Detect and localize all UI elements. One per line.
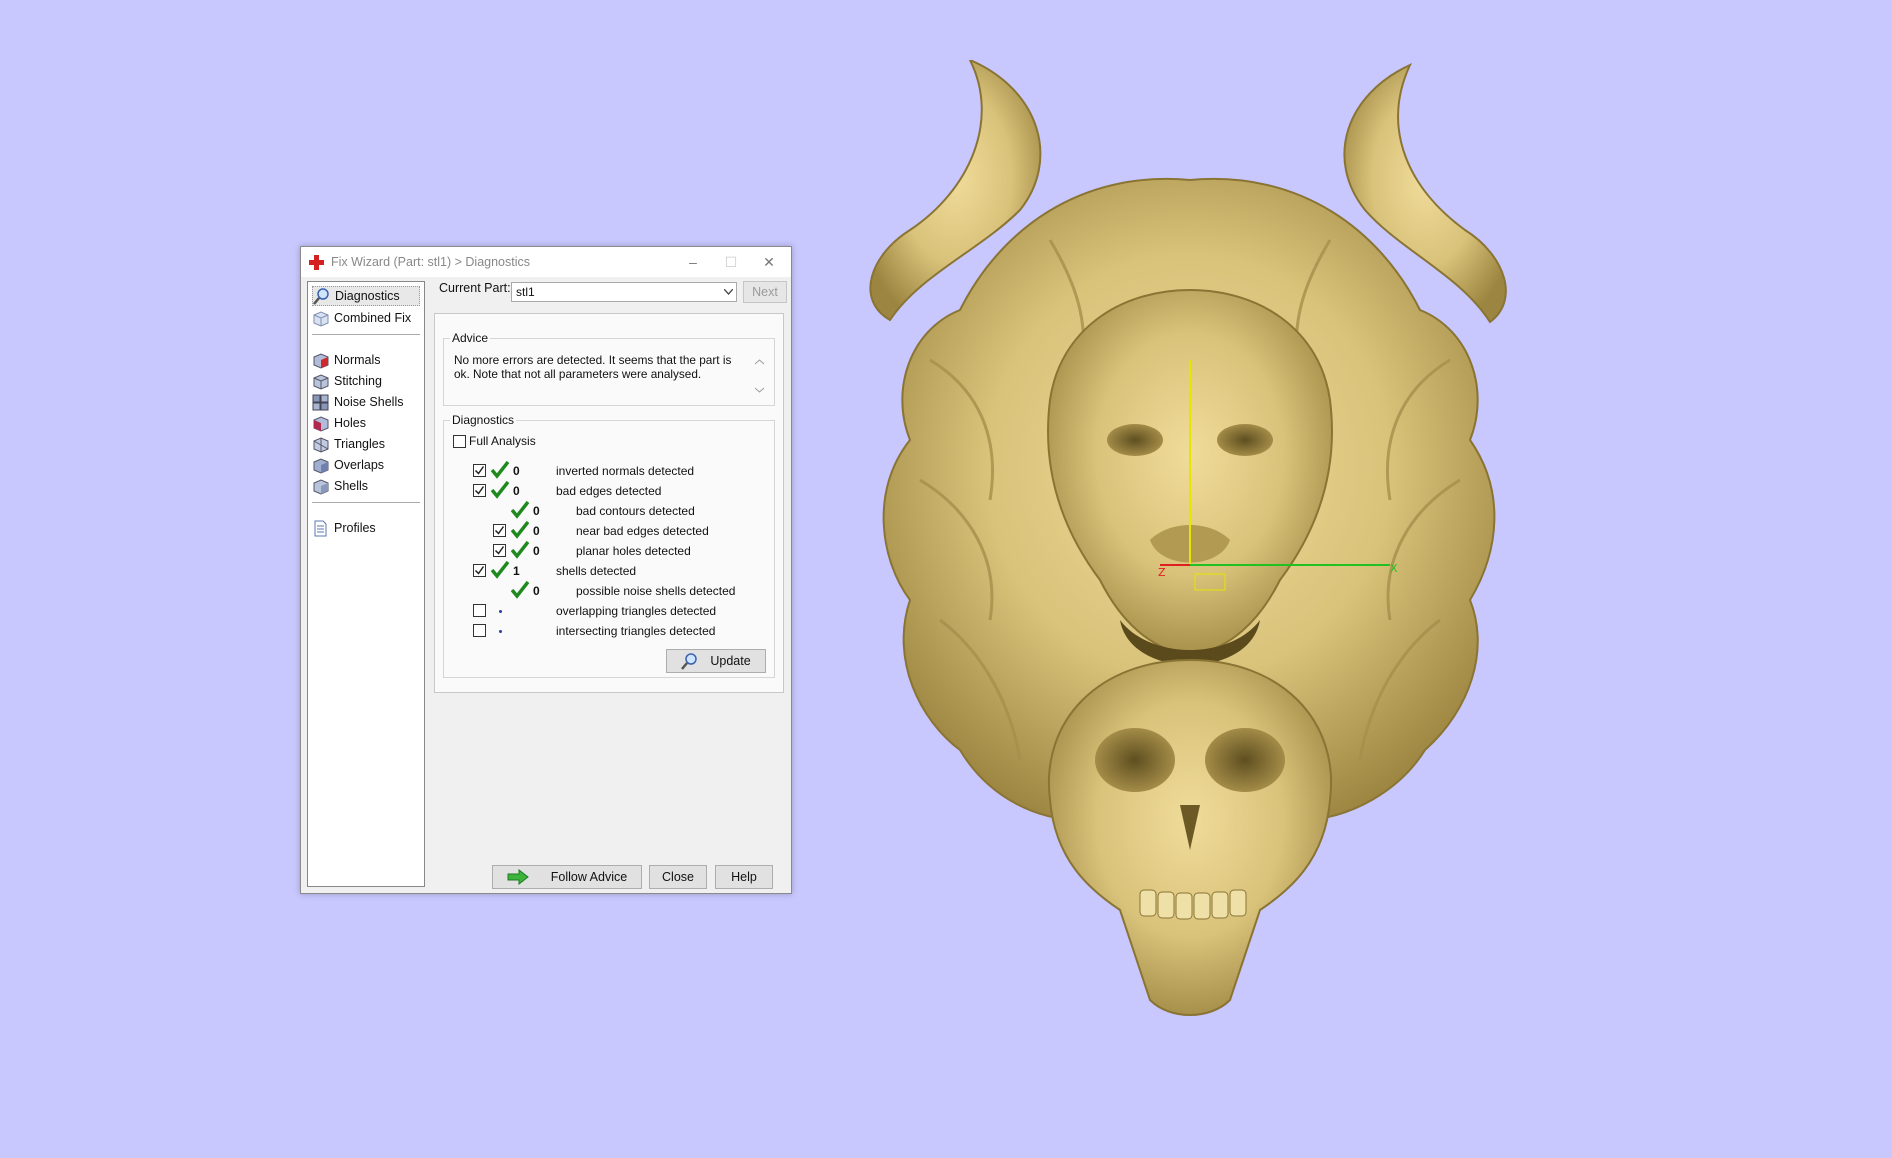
left-eye [1107,424,1163,456]
diagnostics-panel: Advice No more errors are detected. It s… [434,313,784,693]
current-part-label: Current Part: [439,281,511,295]
profiles-document-icon [314,520,327,536]
red-cross-app-icon [309,255,324,270]
row-count: 0 [533,544,540,558]
magnifier-icon [313,287,329,305]
sidebar-item-stitching[interactable]: Stitching [312,371,420,391]
sidebar-item-combined-fix[interactable]: Combined Fix [312,308,420,328]
scroll-down-icon[interactable] [755,387,764,393]
pending-dot-icon [499,630,502,633]
row-count: 1 [513,564,520,578]
follow-advice-label: Follow Advice [550,870,628,884]
row-count: 0 [513,464,520,478]
row-label: possible noise shells detected [576,584,736,598]
sidebar-item-overlaps[interactable]: Overlaps [312,455,420,475]
3d-model-viewport[interactable]: Z X [850,60,1530,1050]
row-count: 0 [513,484,520,498]
check-ok-icon [491,561,509,579]
sidebar-item-noise-shells[interactable]: Noise Shells [312,392,420,412]
shells-cube-icon [313,478,329,495]
row-label: shells detected [556,564,637,578]
skull-left-eye-socket [1095,728,1175,792]
row-label: inverted normals detected [556,464,695,478]
update-label: Update [710,654,751,668]
row-label: intersecting triangles detected [556,624,716,638]
sidebar-item-diagnostics[interactable]: Diagnostics [312,286,420,306]
normals-cube-icon [313,352,329,369]
row-count: 0 [533,584,540,598]
minimize-button[interactable]: – [679,251,707,273]
advice-legend: Advice [450,331,491,345]
row-label: planar holes detected [576,544,691,558]
svg-text:X: X [1390,562,1398,575]
wizard-sidebar: Diagnostics Combined Fix Normals Stitchi… [307,281,425,887]
combined-fix-cube-icon [313,310,329,327]
check-ok-icon [511,521,529,539]
pending-dot-icon [499,610,502,613]
sidebar-separator [312,334,420,335]
magnifier-icon [681,652,698,670]
maximize-button[interactable]: ☐ [717,251,745,273]
row-label: overlapping triangles detected [556,604,717,618]
sidebar-item-profiles[interactable]: Profiles [312,518,420,538]
row-checkbox[interactable] [473,604,486,617]
diagnostics-legend: Diagnostics [450,413,517,427]
row-count: 0 [533,504,540,518]
green-arrow-icon [507,869,529,885]
current-part-select[interactable]: stl1 [511,282,737,302]
help-button[interactable]: Help [715,865,773,889]
sidebar-item-shells[interactable]: Shells [312,476,420,496]
row-checkbox[interactable] [493,524,506,537]
holes-cube-icon [313,415,329,432]
full-analysis-label: Full Analysis [469,434,536,448]
row-checkbox[interactable] [493,544,506,557]
chevron-down-icon [724,289,733,295]
sidebar-item-holes[interactable]: Holes [312,413,420,433]
row-label: bad contours detected [576,504,695,518]
check-ok-icon [511,541,529,559]
full-analysis-checkbox[interactable] [453,435,466,448]
scroll-up-icon[interactable] [755,359,764,365]
fix-wizard-dialog: Fix Wizard (Part: stl1) > Diagnostics – … [300,246,792,894]
row-count: 0 [533,524,540,538]
overlaps-cube-icon [313,457,329,474]
stitching-cube-icon [313,373,329,390]
follow-advice-button[interactable]: Follow Advice [492,865,642,889]
sidebar-item-triangles[interactable]: Triangles [312,434,420,454]
close-button[interactable]: Close [649,865,707,889]
advice-text: No more errors are detected. It seems th… [454,353,732,381]
next-button[interactable]: Next [743,281,787,303]
window-title: Fix Wizard (Part: stl1) > Diagnostics [331,255,531,269]
row-label: bad edges detected [556,484,662,498]
close-window-button[interactable]: ✕ [755,251,783,273]
row-checkbox[interactable] [473,564,486,577]
right-eye [1217,424,1273,456]
check-ok-icon [491,461,509,479]
triangles-cube-icon [313,436,329,453]
diagnostics-group: Diagnostics Full Analysis 0 inverted nor… [443,413,775,678]
sidebar-separator [312,502,420,503]
noise-shells-cube-icon [312,394,329,410]
row-label: near bad edges detected [576,524,709,538]
update-button[interactable]: Update [666,649,766,673]
skull-right-eye-socket [1205,728,1285,792]
check-ok-icon [511,501,529,519]
title-bar[interactable]: Fix Wizard (Part: stl1) > Diagnostics – … [301,247,791,277]
check-ok-icon [491,481,509,499]
advice-group: Advice No more errors are detected. It s… [443,331,775,406]
svg-text:Z: Z [1158,566,1166,579]
current-part-value: stl1 [516,285,535,299]
lion-skull-model: Z X [869,60,1507,1016]
check-ok-icon [511,581,529,599]
row-checkbox[interactable] [473,484,486,497]
row-checkbox[interactable] [473,464,486,477]
sidebar-item-normals[interactable]: Normals [312,350,420,370]
row-checkbox[interactable] [473,624,486,637]
